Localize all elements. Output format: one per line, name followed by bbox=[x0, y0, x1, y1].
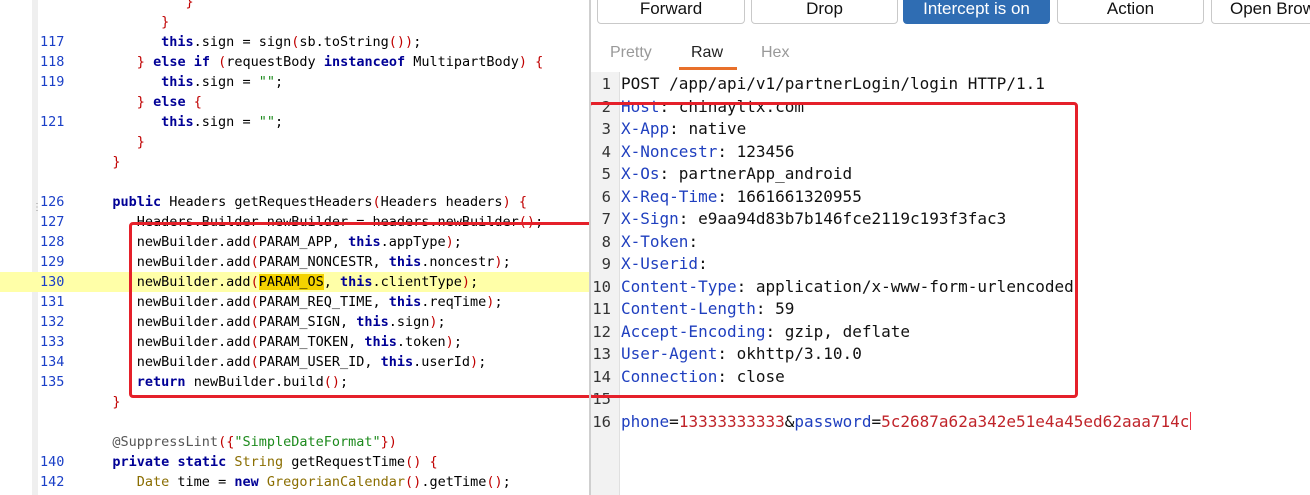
code-line[interactable]: } bbox=[0, 0, 590, 12]
line-number: 127 bbox=[40, 214, 65, 230]
line-number: 133 bbox=[40, 334, 65, 350]
body-param-value: 13333333333 bbox=[678, 411, 785, 431]
intercept-toggle-button[interactable]: Intercept is on bbox=[903, 0, 1050, 24]
open-browser-button[interactable]: Open Brow bbox=[1211, 0, 1310, 24]
code-text: } bbox=[185, 0, 194, 10]
line-number: 130 bbox=[40, 274, 65, 290]
code-text: } bbox=[136, 134, 145, 150]
request-line-text: POST /app/api/v1/partnerLogin/login HTTP… bbox=[621, 74, 1045, 93]
code-line[interactable]: 118 } else if (requestBody instanceof Mu… bbox=[0, 52, 590, 72]
code-text: private static String getRequestTime() { bbox=[112, 454, 438, 470]
code-text: this.sign = sign(sb.toString()); bbox=[161, 34, 422, 50]
line-number: 142 bbox=[40, 474, 65, 490]
code-text: @SuppressLint({"SimpleDateFormat"}) bbox=[112, 434, 397, 450]
line-number: 134 bbox=[40, 354, 65, 370]
tab-pretty[interactable]: Pretty bbox=[610, 44, 652, 62]
burp-intercept-panel: Forward Drop Intercept is on Action Open… bbox=[591, 0, 1310, 495]
action-button[interactable]: Action bbox=[1057, 0, 1204, 24]
active-tab-indicator bbox=[679, 67, 737, 70]
code-text: Date time = new GregorianCalendar().getT… bbox=[136, 474, 511, 490]
code-text: } else if (requestBody instanceof Multip… bbox=[136, 54, 544, 70]
code-line[interactable]: 126 public Headers getRequestHeaders(Hea… bbox=[0, 192, 590, 212]
tab-raw[interactable]: Raw bbox=[691, 44, 723, 62]
code-text: } bbox=[112, 154, 121, 170]
request-line-text: phone=13333333333&password=5c2687a62a342… bbox=[621, 411, 1192, 431]
annotation-red-box bbox=[129, 222, 590, 398]
code-text: public Headers getRequestHeaders(Headers… bbox=[112, 194, 527, 210]
code-text: } else { bbox=[136, 94, 202, 110]
line-number: 117 bbox=[40, 34, 65, 50]
line-number: 132 bbox=[40, 314, 65, 330]
code-line[interactable]: } bbox=[0, 12, 590, 32]
line-number: 128 bbox=[40, 234, 65, 250]
code-line[interactable]: @SuppressLint({"SimpleDateFormat"}) bbox=[0, 432, 590, 452]
text-caret bbox=[1190, 411, 1192, 430]
tab-hex[interactable]: Hex bbox=[761, 44, 789, 62]
line-number: 126 bbox=[40, 194, 65, 210]
code-line[interactable]: 119 this.sign = ""; bbox=[0, 72, 590, 92]
code-line[interactable]: 121 this.sign = ""; bbox=[0, 112, 590, 132]
intercept-toolbar: Forward Drop Intercept is on Action Open… bbox=[591, 0, 1310, 25]
code-line[interactable]: 142 Date time = new GregorianCalendar().… bbox=[0, 472, 590, 492]
code-line[interactable]: } else { bbox=[0, 92, 590, 112]
body-param-value: 5c2687a62a342e51e4a45ed62aaa714c bbox=[881, 411, 1190, 431]
line-number: 131 bbox=[40, 294, 65, 310]
body-param-key: phone bbox=[621, 411, 670, 431]
line-number: 140 bbox=[40, 454, 65, 470]
body-param-key: password bbox=[794, 411, 872, 431]
code-text: this.sign = ""; bbox=[161, 74, 284, 90]
line-number: 119 bbox=[40, 74, 65, 90]
drop-button[interactable]: Drop bbox=[751, 0, 898, 24]
forward-button[interactable]: Forward bbox=[597, 0, 745, 24]
code-text: } bbox=[161, 14, 170, 30]
code-line[interactable] bbox=[0, 172, 590, 192]
request-line-number: 1 bbox=[601, 75, 611, 93]
request-line[interactable]: 16 phone=13333333333&password=5c2687a62a3… bbox=[591, 411, 1310, 434]
line-number: 135 bbox=[40, 374, 65, 390]
code-text: this.sign = ""; bbox=[161, 114, 284, 130]
code-line[interactable] bbox=[0, 412, 590, 432]
code-line[interactable]: 117 this.sign = sign(sb.toString()); bbox=[0, 32, 590, 52]
line-number: 121 bbox=[40, 114, 65, 130]
message-view-tabs: Pretty Raw Hex bbox=[591, 40, 1310, 70]
annotation-red-box-headers bbox=[591, 102, 1078, 398]
line-number: 118 bbox=[40, 54, 65, 70]
request-line[interactable]: 1 POST /app/api/v1/partnerLogin/login HTT… bbox=[591, 73, 1310, 96]
code-line[interactable]: 140 private static String getRequestTime… bbox=[0, 452, 590, 472]
line-number: 129 bbox=[40, 254, 65, 270]
code-line[interactable]: } bbox=[0, 132, 590, 152]
code-line[interactable]: } bbox=[0, 152, 590, 172]
code-text: } bbox=[112, 394, 121, 410]
request-line-number: 16 bbox=[592, 412, 611, 431]
code-editor-panel: ⋮ } } 117 this.sign = sign(sb.toString())… bbox=[0, 0, 590, 495]
